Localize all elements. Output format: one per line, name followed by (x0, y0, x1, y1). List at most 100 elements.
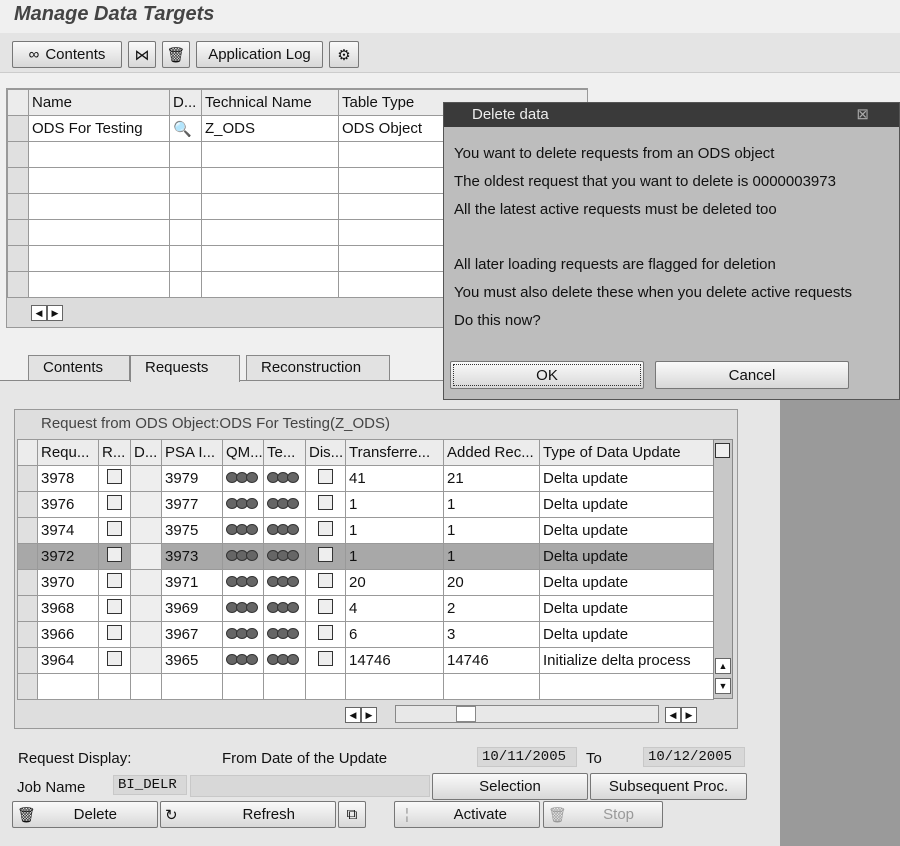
d-cell[interactable] (130, 569, 162, 596)
monitor-icon[interactable] (318, 599, 333, 614)
row-selector[interactable] (17, 491, 38, 518)
qm-status-icon[interactable] (222, 517, 264, 544)
hscroll-left-arrows[interactable]: ◀ ▶ (345, 705, 377, 723)
qm-status-icon[interactable] (222, 465, 264, 492)
table-icon[interactable] (107, 495, 122, 510)
table-icon[interactable] (107, 547, 122, 562)
monitor-icon[interactable] (318, 547, 333, 562)
table-row[interactable]: 3968 3969 4 2 Delta update (17, 595, 714, 622)
close-icon[interactable]: ⊠ (856, 103, 869, 127)
contents-button[interactable]: ∞ Contents (12, 41, 122, 68)
settings-button[interactable]: ⚙ (329, 41, 359, 68)
selection-button[interactable]: Selection (432, 773, 588, 800)
monitor-icon[interactable] (318, 495, 333, 510)
table-row[interactable]: 3972 3973 1 1 Delta update (17, 543, 714, 570)
d-cell[interactable] (130, 517, 162, 544)
table-row[interactable]: 3978 3979 41 21 Delta update (17, 465, 714, 492)
d-cell[interactable] (130, 621, 162, 648)
table-row[interactable]: 3966 3967 6 3 Delta update (17, 621, 714, 648)
ok-button[interactable]: OK (450, 361, 644, 389)
row-selector[interactable] (17, 543, 38, 570)
col-added[interactable]: Added Rec... (443, 439, 540, 466)
display-icon[interactable]: 🔍 (173, 121, 192, 138)
row-selector[interactable] (17, 517, 38, 544)
delete-button[interactable]: 🗑 Delete (12, 801, 158, 828)
table-icon[interactable] (107, 469, 122, 484)
table-icon[interactable] (107, 651, 122, 666)
table-row[interactable]: 3974 3975 1 1 Delta update (17, 517, 714, 544)
monitor-icon[interactable] (318, 521, 333, 536)
job-name-label: Job Name (17, 779, 86, 796)
scroll-up[interactable]: ▲ (715, 658, 731, 674)
monitor-icon[interactable] (318, 651, 333, 666)
cancel-button[interactable]: Cancel (655, 361, 849, 389)
table-row[interactable]: 3976 3977 1 1 Delta update (17, 491, 714, 518)
delete-toolbar-button[interactable]: 🗑 (162, 41, 190, 68)
row-selector[interactable] (17, 621, 38, 648)
table-row[interactable]: 3970 3971 20 20 Delta update (17, 569, 714, 596)
from-date-field[interactable]: 10/11/2005 (477, 747, 577, 767)
subsequent-proc-button[interactable]: Subsequent Proc. (590, 773, 747, 800)
monitor-icon[interactable] (318, 573, 333, 588)
col-technical-name[interactable]: Technical Name (201, 89, 339, 116)
job-name-field[interactable]: BI_DELR (113, 775, 187, 795)
d-cell[interactable] (130, 595, 162, 622)
col-r[interactable]: R... (98, 439, 131, 466)
col-type[interactable]: Type of Data Update (539, 439, 714, 466)
col-d[interactable]: D... (130, 439, 162, 466)
scroll-down[interactable]: ▼ (715, 678, 731, 694)
d-cell[interactable] (130, 491, 162, 518)
qm-status-icon[interactable] (222, 621, 264, 648)
col-dis[interactable]: Dis... (305, 439, 346, 466)
application-log-button[interactable]: Application Log (196, 41, 323, 68)
vertical-scrollbar[interactable]: ▲ ▼ (713, 439, 733, 699)
horizontal-scrollbar[interactable] (395, 705, 659, 723)
added-records: 3 (443, 621, 540, 648)
monitor-icon[interactable] (318, 469, 333, 484)
d-cell[interactable] (130, 647, 162, 674)
psa-id: 3967 (161, 621, 223, 648)
from-date-label: From Date of the Update (222, 750, 388, 767)
copy-button[interactable]: ⧉ (338, 801, 366, 828)
refresh-button[interactable]: ↻ Refresh (160, 801, 336, 828)
d-cell[interactable] (130, 465, 162, 492)
col-psa[interactable]: PSA I... (161, 439, 223, 466)
col-qm[interactable]: QM... (222, 439, 264, 466)
technical-status-icon (263, 647, 306, 674)
d-cell[interactable] (130, 543, 162, 570)
table-row[interactable]: 3964 3965 14746 14746 Initialize delta p… (17, 647, 714, 674)
qm-status-icon[interactable] (222, 543, 264, 570)
stop-button[interactable]: 🗑 Stop (543, 801, 663, 828)
table-icon[interactable] (107, 573, 122, 588)
qm-status-icon[interactable] (222, 491, 264, 518)
row-selector[interactable] (17, 465, 38, 492)
column-settings-icon[interactable] (715, 443, 730, 458)
job-description-field[interactable] (190, 775, 430, 797)
row-selector[interactable] (17, 647, 38, 674)
row-selector[interactable] (17, 595, 38, 622)
col-name[interactable]: Name (28, 89, 170, 116)
tab-contents[interactable]: Contents (28, 355, 130, 381)
col-d[interactable]: D... (169, 89, 202, 116)
qm-status-icon[interactable] (222, 595, 264, 622)
table-icon[interactable] (107, 599, 122, 614)
col-te[interactable]: Te... (263, 439, 306, 466)
table-icon[interactable] (107, 625, 122, 640)
table-icon[interactable] (107, 521, 122, 536)
monitor-icon[interactable] (318, 625, 333, 640)
hscroll-right-arrows[interactable]: ◀ ▶ (665, 705, 697, 723)
dialog-line: All the latest active requests must be d… (454, 201, 777, 218)
dialog-line: You want to delete requests from an ODS … (454, 145, 775, 162)
col-transferred[interactable]: Transferre... (345, 439, 444, 466)
update-type: Initialize delta process (539, 647, 714, 674)
qm-status-icon[interactable] (222, 569, 264, 596)
qm-status-icon[interactable] (222, 647, 264, 674)
col-request[interactable]: Requ... (37, 439, 99, 466)
row-selector[interactable] (17, 569, 38, 596)
hierarchy-button[interactable]: ⋈ (128, 41, 156, 68)
activate-button[interactable]: ¦ Activate (394, 801, 540, 828)
tab-reconstruction[interactable]: Reconstruction (246, 355, 390, 381)
to-date-field[interactable]: 10/12/2005 (643, 747, 745, 767)
tab-requests[interactable]: Requests (130, 355, 240, 382)
upper-hscroll[interactable]: ◀ ▶ (31, 303, 63, 321)
